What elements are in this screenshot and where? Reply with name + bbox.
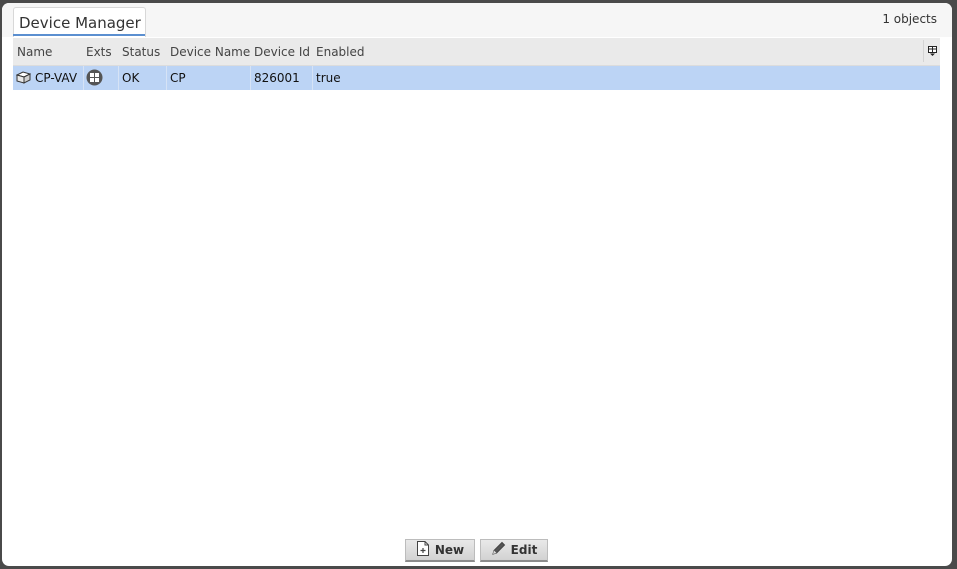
column-chooser-icon[interactable] [923, 40, 940, 62]
column-divider [118, 66, 119, 90]
tab-label: Device Manager [19, 14, 141, 32]
row-status: OK [122, 71, 140, 85]
column-divider [312, 66, 313, 90]
column-header-enabled[interactable]: Enabled [316, 45, 365, 59]
edit-button[interactable]: Edit [480, 539, 548, 562]
tab-device-manager[interactable]: Device Manager [13, 7, 146, 37]
column-header-device-name[interactable]: Device Name [170, 45, 250, 59]
column-header-status[interactable]: Status [122, 45, 160, 59]
device-extensions-icon[interactable] [86, 69, 103, 89]
pencil-icon [491, 541, 506, 559]
row-name: CP-VAV [35, 71, 78, 85]
new-document-icon [416, 541, 430, 559]
column-divider [166, 66, 167, 90]
edit-button-label: Edit [510, 543, 538, 557]
table-row[interactable]: CP-VAV OK CP 826001 true [13, 66, 940, 90]
action-bar: New Edit [2, 538, 952, 566]
title-bar: Device Manager 1 objects [2, 3, 952, 37]
new-button[interactable]: New [405, 539, 475, 562]
row-device-id: 826001 [254, 71, 300, 85]
device-icon [15, 71, 32, 87]
tab-active-indicator [13, 34, 145, 36]
device-table: Name Exts Status Device Name Device Id E… [13, 38, 940, 91]
column-header-name[interactable]: Name [17, 45, 52, 59]
column-divider [83, 66, 84, 90]
object-count: 1 objects [882, 12, 937, 26]
column-header-exts[interactable]: Exts [86, 45, 112, 59]
column-divider [250, 66, 251, 90]
new-button-label: New [434, 543, 465, 557]
device-manager-panel: Device Manager 1 objects Name Exts Statu… [2, 3, 952, 566]
row-enabled: true [316, 71, 341, 85]
table-header: Name Exts Status Device Name Device Id E… [13, 38, 940, 66]
row-device-name: CP [170, 71, 186, 85]
column-header-device-id[interactable]: Device Id [254, 45, 310, 59]
